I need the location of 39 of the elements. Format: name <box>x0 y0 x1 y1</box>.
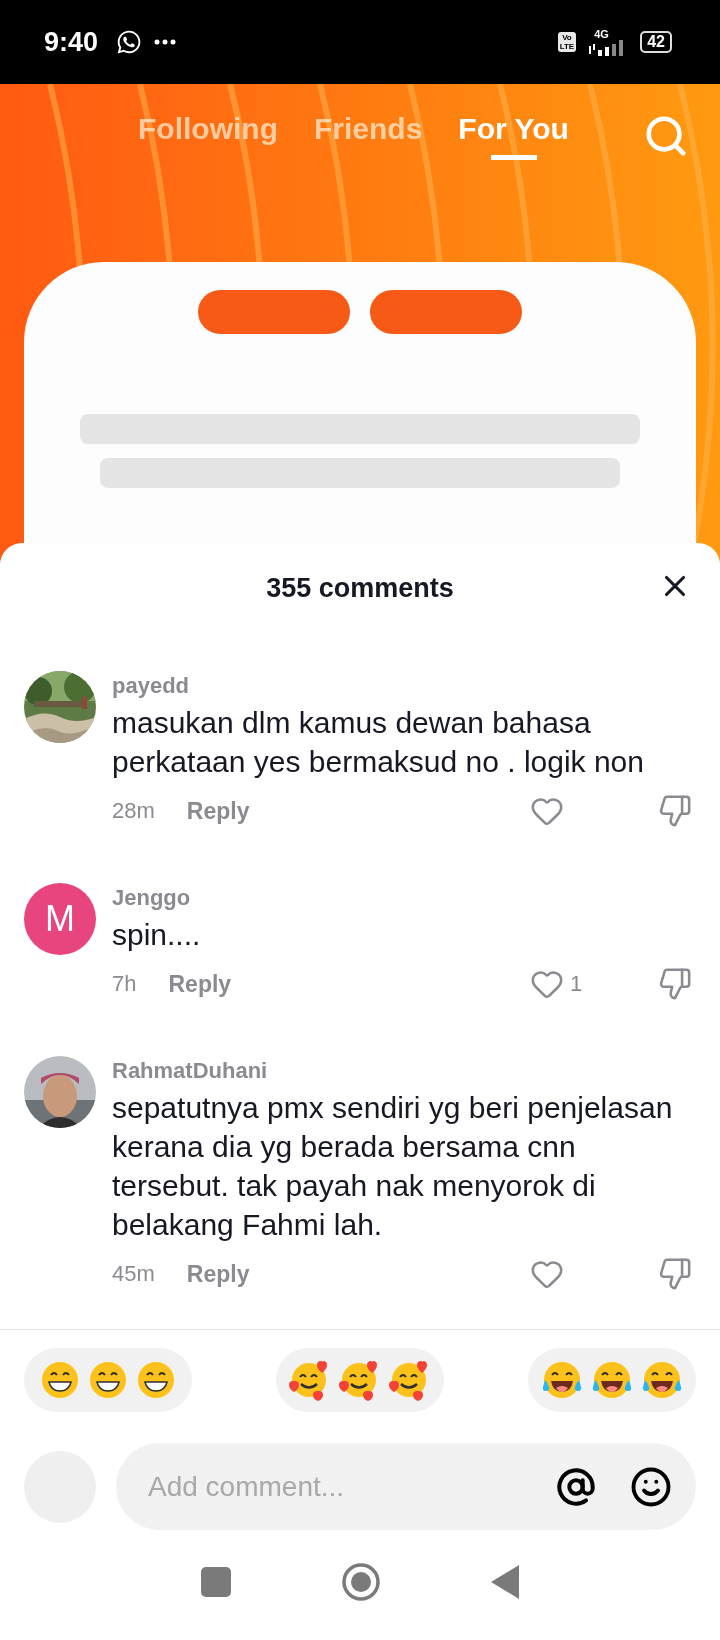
emoji-icon[interactable] <box>630 1465 672 1508</box>
tears-of-joy-face-icon <box>641 1360 683 1400</box>
more-icon <box>154 39 177 45</box>
whatsapp-icon <box>116 29 143 55</box>
home-icon[interactable] <box>341 1562 381 1602</box>
grinning-face-icon <box>88 1360 128 1400</box>
comment-text: sepatutnya pmx sendiri yg beri penjelasan kerana dia yg berada bersama cnn tersebut. tak payah nak menyorok di belakang Fahmi lah. <box>112 1090 674 1243</box>
avatar[interactable]: M <box>24 883 96 955</box>
comment-time: 28m <box>112 798 155 824</box>
reply-button[interactable]: Reply <box>168 970 232 998</box>
mention-icon[interactable] <box>556 1466 596 1507</box>
recents-icon[interactable] <box>201 1567 231 1597</box>
network-type: 4G <box>594 28 609 40</box>
comment-input-field[interactable]: Add comment... <box>146 1469 522 1504</box>
like-button[interactable]: 1 <box>530 967 610 1001</box>
feed-tab[interactable]: Friends <box>311 106 425 165</box>
username[interactable]: Jenggo <box>112 883 191 913</box>
volte-badge: Vo LTE <box>557 32 577 52</box>
tears-of-joy-face-icon <box>591 1360 633 1400</box>
reply-button[interactable]: Reply <box>186 1260 250 1288</box>
username[interactable]: RahmatDuhani <box>112 1056 268 1086</box>
comment-text: spin.... <box>112 917 202 953</box>
grinning-face-icon <box>40 1360 80 1400</box>
dislike-icon[interactable] <box>658 1257 692 1291</box>
comment-field[interactable]: Add comment... <box>116 1443 696 1530</box>
feed-tab[interactable]: Following <box>136 106 280 165</box>
comment-time: 45m <box>112 1261 155 1287</box>
battery-level: 42 <box>640 31 672 53</box>
dislike-icon[interactable] <box>658 794 692 828</box>
username[interactable]: payedd <box>112 671 190 701</box>
clock-time: 9:40 <box>44 26 99 58</box>
tears-of-joy-face-icon <box>541 1360 583 1400</box>
grinning-face-icon <box>136 1360 176 1400</box>
comments-count-title: 355 comments <box>266 572 454 604</box>
back-icon[interactable] <box>491 1565 519 1599</box>
comment-time: 7h <box>112 971 137 997</box>
dislike-icon[interactable] <box>658 967 692 1001</box>
comment-text: masukan dlm kamus dewan bahasa perkataan yes bermaksud no . logik non <box>112 705 645 780</box>
reply-button[interactable]: Reply <box>186 797 250 825</box>
